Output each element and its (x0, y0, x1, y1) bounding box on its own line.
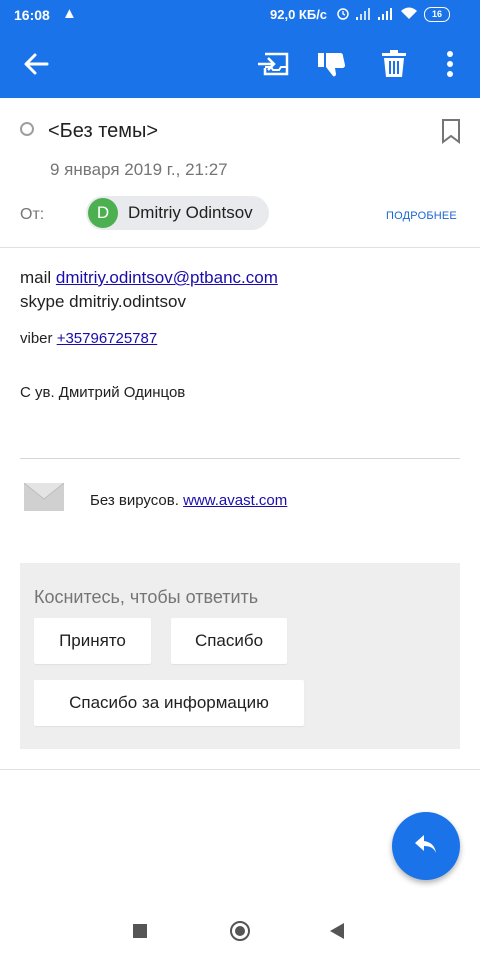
net-speed: 92,0 КБ/с (270, 7, 328, 22)
reply-hint[interactable]: Коснитесь, чтобы ответить (34, 587, 258, 608)
avast-note: Без вирусов. www.avast.com (90, 492, 287, 509)
recents-square-icon[interactable] (133, 924, 147, 938)
quick-reply-option[interactable]: Спасибо (171, 618, 287, 664)
move-to-inbox-icon[interactable] (257, 48, 289, 80)
signature: С ув. Дмитрий Одинцов (20, 384, 186, 401)
unread-indicator[interactable] (20, 122, 34, 136)
subject-row: <Без темы> (0, 100, 480, 160)
more-vert-icon[interactable] (434, 48, 466, 80)
signal-icon-2 (378, 7, 394, 23)
mail-label: mail (20, 268, 56, 287)
wifi-icon (400, 7, 418, 23)
reply-button[interactable] (392, 812, 460, 880)
details-link[interactable]: ПОДРОБНЕЕ (386, 210, 457, 222)
sender-chip[interactable]: D Dmitriy Odintsov (86, 196, 269, 230)
body-mail-line: mail dmitriy.odintsov@ptbanc.com (20, 268, 278, 288)
quick-reply-option[interactable]: Спасибо за информацию (34, 680, 304, 726)
warning-icon: ▲ (62, 5, 77, 22)
reply-icon (414, 834, 438, 859)
body-viber-line: viber +35796725787 (20, 330, 157, 347)
home-circle-icon[interactable] (230, 921, 250, 941)
divider (20, 458, 460, 459)
viber-label: viber (20, 330, 57, 347)
delete-icon[interactable] (378, 48, 410, 80)
back-triangle-icon[interactable] (330, 923, 344, 939)
mail-link[interactable]: dmitriy.odintsov@ptbanc.com (56, 268, 278, 287)
viber-phone-link[interactable]: +35796725787 (57, 330, 158, 347)
avast-link[interactable]: www.avast.com (183, 492, 287, 509)
body-skype-line: skype dmitriy.odintsov (20, 292, 186, 311)
status-bar: 16:08 ▲ 92,0 КБ/с 16 (0, 0, 480, 30)
sender-name: Dmitriy Odintsov (128, 203, 253, 222)
signal-icon-1 (356, 7, 372, 23)
divider (0, 769, 480, 770)
app-bar (0, 30, 480, 98)
nav-bar (0, 905, 480, 960)
alarm-icon (336, 6, 350, 23)
battery-icon: 16 (424, 7, 450, 22)
avatar: D (88, 198, 118, 228)
back-arrow-icon[interactable] (20, 48, 52, 80)
from-label: От: (20, 206, 45, 223)
status-time: 16:08 (14, 7, 50, 23)
email-date: 9 января 2019 г., 21:27 (50, 160, 228, 179)
quick-reply-option[interactable]: Принято (34, 618, 151, 664)
spam-dislike-icon[interactable] (316, 48, 348, 80)
email-subject: <Без темы> (48, 120, 159, 142)
avast-text: Без вирусов. (90, 492, 184, 509)
divider (0, 247, 480, 248)
status-icons: 16 (336, 6, 450, 23)
bookmark-icon[interactable] (440, 118, 462, 149)
envelope-icon (23, 482, 65, 516)
quick-reply-panel: Коснитесь, чтобы ответить Принято Спасиб… (20, 563, 460, 749)
